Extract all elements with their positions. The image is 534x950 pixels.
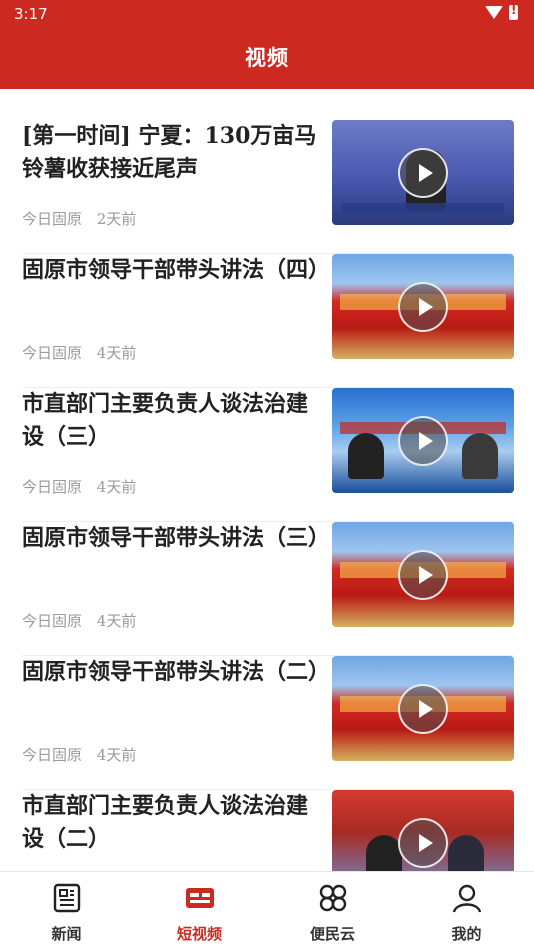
play-icon[interactable]: [398, 416, 448, 466]
video-item[interactable]: 固原市领导干部带头讲法（二） 今日固原 4天前: [22, 656, 514, 790]
user-icon: [452, 884, 481, 913]
play-icon[interactable]: [398, 282, 448, 332]
bottom-tab-bar: 新闻 短视频 便民云 我的: [0, 871, 534, 950]
tab-short-video[interactable]: 短视频: [133, 872, 266, 950]
play-icon[interactable]: [398, 818, 448, 868]
tab-label: 短视频: [176, 925, 222, 943]
wifi-icon: [485, 6, 503, 19]
status-time: 3:17: [14, 5, 48, 23]
page-title: 视频: [245, 45, 289, 70]
tab-label: 便民云: [309, 925, 355, 943]
video-title: 固原市领导干部带头讲法（四）: [22, 257, 331, 283]
video-item[interactable]: 固原市领导干部带头讲法（四） 今日固原 4天前: [22, 254, 514, 388]
tab-label: 新闻: [51, 925, 82, 943]
video-meta: 今日固原 4天前: [22, 476, 136, 497]
tab-label: 我的: [451, 925, 482, 943]
cloud-service-icon: [319, 884, 346, 912]
video-meta: 今日固原 4天前: [22, 342, 136, 363]
video-meta: 今日固原 4天前: [22, 610, 136, 631]
video-thumbnail[interactable]: [332, 656, 514, 761]
video-thumbnail[interactable]: [332, 522, 514, 627]
video-item[interactable]: 固原市领导干部带头讲法（三） 今日固原 4天前: [22, 522, 514, 656]
video-thumbnail[interactable]: [332, 388, 514, 493]
video-meta: 今日固原 2天前: [22, 208, 136, 229]
video-time: 4天前: [96, 746, 137, 764]
newspaper-icon: [53, 883, 80, 913]
video-title: 固原市领导干部带头讲法（二）: [22, 659, 331, 685]
video-time: 4天前: [96, 612, 137, 630]
speaker-figure: [348, 433, 384, 479]
video-source: 今日固原: [22, 344, 83, 362]
video-title: 固原市领导干部带头讲法（三）: [22, 525, 331, 551]
video-title: 市直部门主要负责人谈法治建设（三）: [22, 391, 309, 450]
speaker-figure: [448, 835, 484, 871]
video-source: 今日固原: [22, 746, 83, 764]
play-icon[interactable]: [398, 684, 448, 734]
tab-services[interactable]: 便民云: [266, 872, 399, 950]
video-card-icon: [185, 888, 214, 908]
video-time: 4天前: [96, 344, 137, 362]
speaker-figure: [462, 433, 498, 479]
app-header: 3:17 视频: [0, 0, 534, 89]
video-item[interactable]: 市直部门主要负责人谈法治建设（三） 今日固原 4天前: [22, 388, 514, 522]
video-meta: 今日固原 4天前: [22, 744, 136, 765]
video-thumbnail[interactable]: [332, 120, 514, 225]
battery-icon: [509, 3, 518, 20]
video-time: 4天前: [96, 478, 137, 496]
video-list[interactable]: [第一时间] 宁夏：130万亩马铃薯收获接近尾声 今日固原 2天前 固原市领导干…: [0, 89, 534, 871]
video-title: [第一时间] 宁夏：130万亩马铃薯收获接近尾声: [22, 123, 317, 182]
tab-profile[interactable]: 我的: [400, 872, 533, 950]
video-source: 今日固原: [22, 210, 83, 228]
play-icon[interactable]: [398, 148, 448, 198]
video-thumbnail[interactable]: [332, 254, 514, 359]
speaker-figure: [366, 835, 402, 871]
video-source: 今日固原: [22, 478, 83, 496]
video-item[interactable]: 市直部门主要负责人谈法治建设（二）: [22, 790, 514, 871]
video-item[interactable]: [第一时间] 宁夏：130万亩马铃薯收获接近尾声 今日固原 2天前: [22, 120, 514, 254]
tab-news[interactable]: 新闻: [0, 872, 133, 950]
status-bar: 3:17: [0, 0, 534, 28]
video-title: 市直部门主要负责人谈法治建设（二）: [22, 793, 309, 852]
video-source: 今日固原: [22, 612, 83, 630]
video-time: 2天前: [96, 210, 137, 228]
play-icon[interactable]: [398, 550, 448, 600]
video-thumbnail[interactable]: [332, 790, 514, 871]
